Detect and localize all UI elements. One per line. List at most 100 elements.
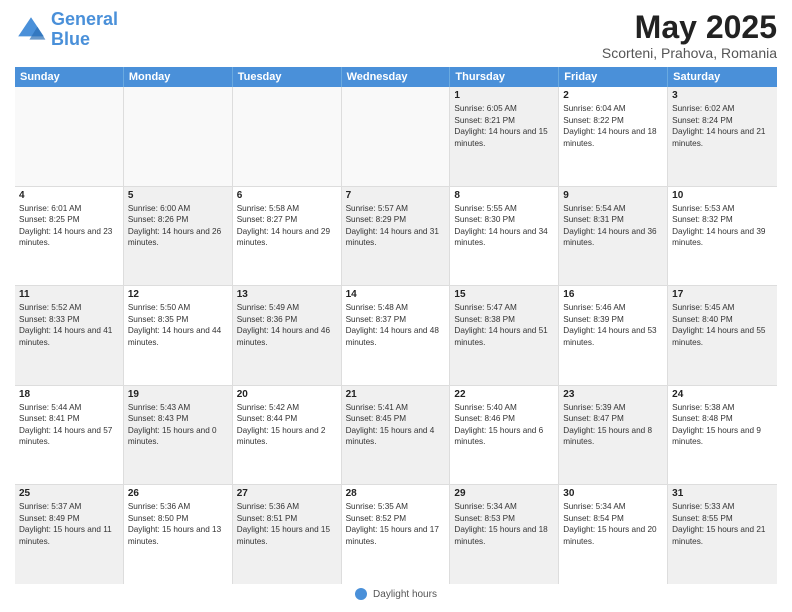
day-number: 10 (672, 190, 773, 201)
cell-info: Sunrise: 5:42 AM Sunset: 8:44 PM Dayligh… (237, 402, 337, 448)
day-number: 26 (128, 488, 228, 499)
daylight-dot (355, 588, 367, 600)
cal-cell: 16 Sunrise: 5:46 AM Sunset: 8:39 PM Dayl… (559, 286, 668, 385)
cal-row-4: 18 Sunrise: 5:44 AM Sunset: 8:41 PM Dayl… (15, 386, 777, 486)
cell-info: Sunrise: 6:00 AM Sunset: 8:26 PM Dayligh… (128, 203, 228, 249)
day-number: 31 (672, 488, 773, 499)
cell-info: Sunrise: 5:52 AM Sunset: 8:33 PM Dayligh… (19, 302, 119, 348)
day-number: 16 (563, 289, 663, 300)
day-number: 9 (563, 190, 663, 201)
cal-row-2: 4 Sunrise: 6:01 AM Sunset: 8:25 PM Dayli… (15, 187, 777, 287)
cell-info: Sunrise: 5:37 AM Sunset: 8:49 PM Dayligh… (19, 501, 119, 547)
day-number: 24 (672, 389, 773, 400)
cell-info: Sunrise: 5:44 AM Sunset: 8:41 PM Dayligh… (19, 402, 119, 448)
header-tuesday: Tuesday (233, 67, 342, 87)
cell-info: Sunrise: 5:34 AM Sunset: 8:53 PM Dayligh… (454, 501, 554, 547)
cal-row-3: 11 Sunrise: 5:52 AM Sunset: 8:33 PM Dayl… (15, 286, 777, 386)
cal-cell: 27 Sunrise: 5:36 AM Sunset: 8:51 PM Dayl… (233, 485, 342, 584)
logo: General Blue (15, 10, 118, 50)
cell-info: Sunrise: 5:53 AM Sunset: 8:32 PM Dayligh… (672, 203, 773, 249)
day-number: 23 (563, 389, 663, 400)
cal-cell: 29 Sunrise: 5:34 AM Sunset: 8:53 PM Dayl… (450, 485, 559, 584)
header: General Blue May 2025 Scorteni, Prahova,… (15, 10, 777, 61)
cal-row-5: 25 Sunrise: 5:37 AM Sunset: 8:49 PM Dayl… (15, 485, 777, 584)
calendar-body: 1 Sunrise: 6:05 AM Sunset: 8:21 PM Dayli… (15, 87, 777, 584)
header-sunday: Sunday (15, 67, 124, 87)
cal-cell: 10 Sunrise: 5:53 AM Sunset: 8:32 PM Dayl… (668, 187, 777, 286)
cal-row-1: 1 Sunrise: 6:05 AM Sunset: 8:21 PM Dayli… (15, 87, 777, 187)
day-number: 6 (237, 190, 337, 201)
cell-info: Sunrise: 5:43 AM Sunset: 8:43 PM Dayligh… (128, 402, 228, 448)
cal-cell: 12 Sunrise: 5:50 AM Sunset: 8:35 PM Dayl… (124, 286, 233, 385)
day-number: 29 (454, 488, 554, 499)
day-number: 20 (237, 389, 337, 400)
calendar-header: Sunday Monday Tuesday Wednesday Thursday… (15, 67, 777, 87)
cal-cell (342, 87, 451, 186)
cell-info: Sunrise: 5:36 AM Sunset: 8:50 PM Dayligh… (128, 501, 228, 547)
day-number: 7 (346, 190, 446, 201)
cal-cell: 20 Sunrise: 5:42 AM Sunset: 8:44 PM Dayl… (233, 386, 342, 485)
cal-cell (15, 87, 124, 186)
day-number: 18 (19, 389, 119, 400)
cal-cell: 2 Sunrise: 6:04 AM Sunset: 8:22 PM Dayli… (559, 87, 668, 186)
header-saturday: Saturday (668, 67, 777, 87)
cal-cell: 7 Sunrise: 5:57 AM Sunset: 8:29 PM Dayli… (342, 187, 451, 286)
header-thursday: Thursday (450, 67, 559, 87)
calendar: Sunday Monday Tuesday Wednesday Thursday… (15, 67, 777, 584)
day-number: 28 (346, 488, 446, 499)
header-friday: Friday (559, 67, 668, 87)
cal-cell: 25 Sunrise: 5:37 AM Sunset: 8:49 PM Dayl… (15, 485, 124, 584)
cal-cell: 13 Sunrise: 5:49 AM Sunset: 8:36 PM Dayl… (233, 286, 342, 385)
day-number: 5 (128, 190, 228, 201)
logo-general: General (51, 9, 118, 29)
cal-cell: 8 Sunrise: 5:55 AM Sunset: 8:30 PM Dayli… (450, 187, 559, 286)
daylight-label: Daylight hours (373, 589, 437, 600)
cell-info: Sunrise: 6:01 AM Sunset: 8:25 PM Dayligh… (19, 203, 119, 249)
header-wednesday: Wednesday (342, 67, 451, 87)
cell-info: Sunrise: 5:54 AM Sunset: 8:31 PM Dayligh… (563, 203, 663, 249)
cell-info: Sunrise: 5:45 AM Sunset: 8:40 PM Dayligh… (672, 302, 773, 348)
logo-text: General Blue (51, 10, 118, 50)
day-number: 13 (237, 289, 337, 300)
cal-cell: 31 Sunrise: 5:33 AM Sunset: 8:55 PM Dayl… (668, 485, 777, 584)
cell-info: Sunrise: 5:49 AM Sunset: 8:36 PM Dayligh… (237, 302, 337, 348)
logo-blue: Blue (51, 29, 90, 49)
cal-cell: 28 Sunrise: 5:35 AM Sunset: 8:52 PM Dayl… (342, 485, 451, 584)
day-number: 4 (19, 190, 119, 201)
page: General Blue May 2025 Scorteni, Prahova,… (0, 0, 792, 612)
cal-cell: 3 Sunrise: 6:02 AM Sunset: 8:24 PM Dayli… (668, 87, 777, 186)
day-number: 12 (128, 289, 228, 300)
title-block: May 2025 Scorteni, Prahova, Romania (602, 10, 777, 61)
day-number: 21 (346, 389, 446, 400)
day-number: 8 (454, 190, 554, 201)
cal-cell: 24 Sunrise: 5:38 AM Sunset: 8:48 PM Dayl… (668, 386, 777, 485)
footer: Daylight hours (15, 584, 777, 602)
cell-info: Sunrise: 5:48 AM Sunset: 8:37 PM Dayligh… (346, 302, 446, 348)
day-number: 17 (672, 289, 773, 300)
cal-cell: 4 Sunrise: 6:01 AM Sunset: 8:25 PM Dayli… (15, 187, 124, 286)
logo-icon (15, 14, 47, 46)
day-number: 25 (19, 488, 119, 499)
cell-info: Sunrise: 5:57 AM Sunset: 8:29 PM Dayligh… (346, 203, 446, 249)
cal-cell: 5 Sunrise: 6:00 AM Sunset: 8:26 PM Dayli… (124, 187, 233, 286)
day-number: 3 (672, 90, 773, 101)
cal-cell: 19 Sunrise: 5:43 AM Sunset: 8:43 PM Dayl… (124, 386, 233, 485)
cell-info: Sunrise: 5:33 AM Sunset: 8:55 PM Dayligh… (672, 501, 773, 547)
cal-cell: 1 Sunrise: 6:05 AM Sunset: 8:21 PM Dayli… (450, 87, 559, 186)
cal-cell: 23 Sunrise: 5:39 AM Sunset: 8:47 PM Dayl… (559, 386, 668, 485)
cell-info: Sunrise: 5:34 AM Sunset: 8:54 PM Dayligh… (563, 501, 663, 547)
cell-info: Sunrise: 5:55 AM Sunset: 8:30 PM Dayligh… (454, 203, 554, 249)
cell-info: Sunrise: 5:46 AM Sunset: 8:39 PM Dayligh… (563, 302, 663, 348)
cal-cell: 21 Sunrise: 5:41 AM Sunset: 8:45 PM Dayl… (342, 386, 451, 485)
day-number: 19 (128, 389, 228, 400)
cell-info: Sunrise: 5:47 AM Sunset: 8:38 PM Dayligh… (454, 302, 554, 348)
cal-cell: 26 Sunrise: 5:36 AM Sunset: 8:50 PM Dayl… (124, 485, 233, 584)
cal-cell (233, 87, 342, 186)
day-number: 27 (237, 488, 337, 499)
day-number: 11 (19, 289, 119, 300)
page-subtitle: Scorteni, Prahova, Romania (602, 45, 777, 61)
cal-cell (124, 87, 233, 186)
cell-info: Sunrise: 5:40 AM Sunset: 8:46 PM Dayligh… (454, 402, 554, 448)
day-number: 30 (563, 488, 663, 499)
cell-info: Sunrise: 5:39 AM Sunset: 8:47 PM Dayligh… (563, 402, 663, 448)
